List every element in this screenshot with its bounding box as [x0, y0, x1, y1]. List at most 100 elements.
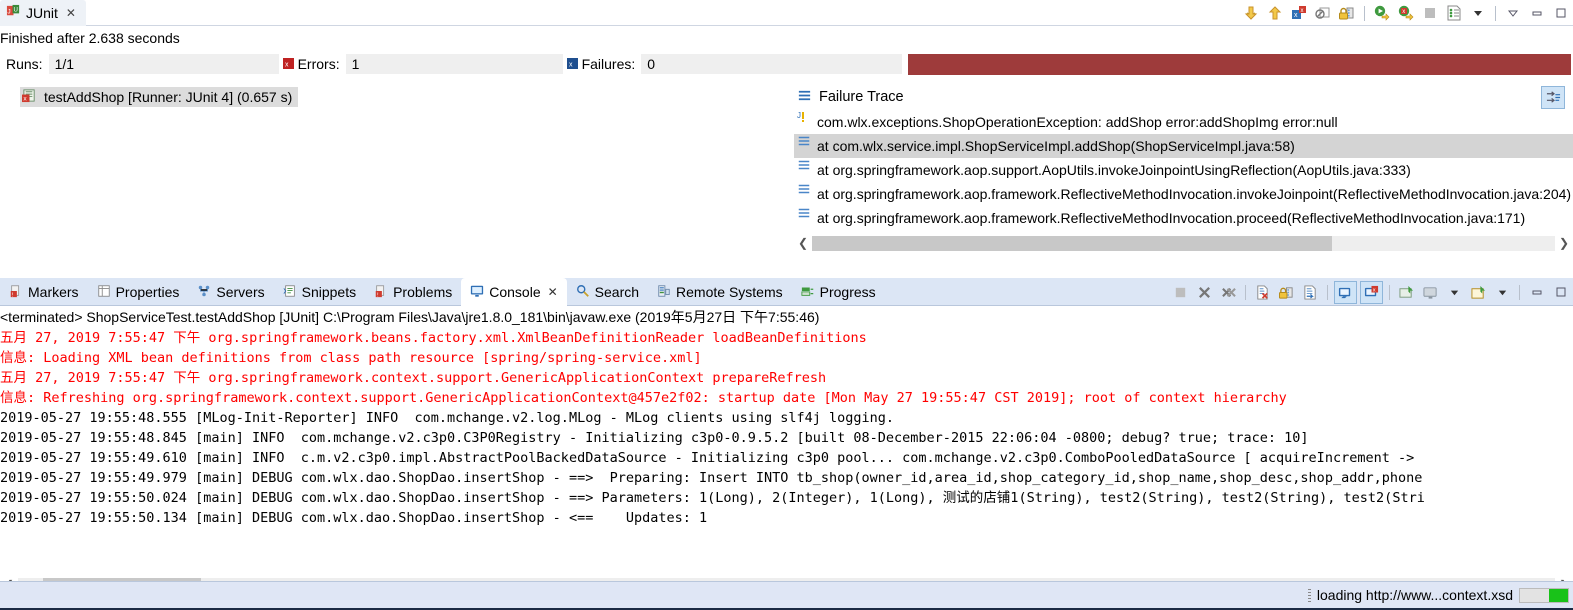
tab-label: Servers [216, 284, 265, 300]
word-wrap-icon[interactable] [1300, 282, 1321, 303]
errors-label: x Errors: [279, 56, 346, 72]
view-menu-icon[interactable] [1503, 3, 1523, 23]
lock-scroll-icon[interactable] [1337, 3, 1357, 23]
scroll-track[interactable] [812, 235, 1555, 251]
rerun-test-icon[interactable] [1372, 3, 1392, 23]
tab-problems[interactable]: ! Problems [365, 278, 461, 306]
servers-icon [197, 284, 211, 301]
close-icon[interactable]: ✕ [548, 285, 558, 299]
markers-icon: ! [9, 284, 23, 301]
failure-trace-row-4[interactable]: at org.springframework.aop.framework.Ref… [794, 206, 1573, 230]
rerun-failed-tests-icon[interactable]: x [1396, 3, 1416, 23]
tab-label: Markers [28, 284, 79, 300]
minimize-icon[interactable] [1526, 282, 1547, 303]
compare-result-icon[interactable] [1541, 86, 1565, 109]
problems-icon: ! [374, 284, 388, 301]
tab-junit-label: JUnit [26, 5, 58, 21]
display-selected-console-icon[interactable] [1420, 282, 1441, 303]
failure-trace-list: J com.wlx.exceptions.ShopOperationExcept… [794, 110, 1573, 230]
clear-console-icon[interactable] [1252, 282, 1273, 303]
console-line: 信息: Loading XML bean definitions from cl… [0, 350, 702, 366]
open-console-dropdown-icon[interactable] [1492, 282, 1513, 303]
tab-label: Search [594, 284, 640, 300]
failure-trace-header: Failure Trace [794, 83, 1573, 110]
search-icon [576, 284, 590, 301]
failure-trace-text: at com.wlx.service.impl.ShopServiceImpl.… [817, 138, 1295, 154]
status-text: loading http://www...context.xsd [1316, 587, 1513, 603]
terminate-icon[interactable] [1170, 282, 1191, 303]
bottom-tabs: ! Markers Properties Servers Snippets ! [0, 278, 885, 306]
remove-launch-icon[interactable] [1194, 282, 1215, 303]
tab-servers[interactable]: Servers [188, 278, 273, 306]
scroll-thumb[interactable] [812, 235, 1333, 251]
failures-label-text: Failures: [581, 56, 636, 72]
minimize-icon[interactable] [1527, 3, 1547, 23]
failure-trace-hscrollbar[interactable]: ❮ ❯ [794, 234, 1573, 252]
console-toolbar-separator-3 [1389, 284, 1390, 300]
failure-trace-row-0[interactable]: J com.wlx.exceptions.ShopOperationExcept… [794, 110, 1573, 134]
junit-status-line: Finished after 2.638 seconds [0, 30, 180, 46]
svg-text:x: x [1402, 9, 1405, 15]
svg-text:x: x [1294, 12, 1298, 19]
failure-trace-text: at org.springframework.aop.framework.Ref… [817, 210, 1526, 226]
maximize-icon[interactable] [1551, 3, 1571, 23]
show-console-on-error-icon[interactable]: x [1360, 280, 1383, 304]
tab-search[interactable]: Search [567, 278, 648, 306]
history-dropdown-icon[interactable] [1468, 3, 1488, 23]
failure-trace-row-3[interactable]: at org.springframework.aop.framework.Ref… [794, 182, 1573, 206]
test-tree-pane: x testAddShop [Runner: JUnit 4] (0.657 s… [0, 83, 790, 252]
stackframe-icon [797, 206, 811, 223]
tab-progress[interactable]: Progress [792, 278, 885, 306]
tab-snippets[interactable]: Snippets [274, 278, 365, 306]
tab-markers[interactable]: ! Markers [0, 278, 88, 306]
console-toolbar: x [1170, 279, 1573, 305]
failure-trace-text: at org.springframework.aop.support.AopUt… [817, 162, 1411, 178]
maximize-icon[interactable] [1550, 282, 1571, 303]
runs-label: Runs: [6, 56, 43, 72]
test-tree-item[interactable]: x testAddShop [Runner: JUnit 4] (0.657 s… [20, 87, 299, 107]
show-failures-only-icon[interactable]: xx [1289, 3, 1309, 23]
previous-failure-icon[interactable] [1265, 3, 1285, 23]
status-right-group: loading http://www...context.xsd [1307, 587, 1569, 603]
scroll-lock-icon[interactable] [1276, 282, 1297, 303]
junit-counters: Runs: 1/1 x Errors: 1 x Failures: 0 [0, 51, 1573, 77]
tab-properties[interactable]: Properties [88, 278, 189, 306]
failure-marker-icon: x [566, 56, 578, 72]
failure-trace-row-1[interactable]: at com.wlx.service.impl.ShopServiceImpl.… [794, 134, 1573, 158]
show-console-on-output-icon[interactable] [1334, 280, 1357, 304]
tab-remote-systems[interactable]: Remote Systems [648, 278, 792, 306]
console-icon [470, 284, 484, 301]
next-failure-icon[interactable] [1241, 3, 1261, 23]
junit-icon: J U [6, 4, 21, 22]
remote-systems-icon [657, 284, 671, 301]
failure-trace-row-2[interactable]: at org.springframework.aop.support.AopUt… [794, 158, 1573, 182]
display-dropdown-icon[interactable] [1444, 282, 1465, 303]
failure-trace-pane: Failure Trace J com.wlx.exceptions.ShopO… [793, 83, 1573, 252]
stackframe-icon [797, 182, 811, 199]
snippets-icon [283, 284, 297, 301]
close-icon[interactable]: ✕ [66, 6, 76, 20]
error-marker-icon: x [282, 56, 294, 72]
test-history-icon[interactable] [1444, 3, 1464, 23]
svg-text:x: x [285, 62, 289, 69]
console-line: <terminated> ShopServiceTest.testAddShop… [0, 309, 820, 325]
scroll-left-icon[interactable]: ❮ [794, 234, 812, 252]
junit-tab-row: J U JUnit ✕ xx x [0, 0, 1573, 26]
tab-junit[interactable]: J U JUnit ✕ [0, 0, 86, 26]
console-line: 2019-05-27 19:55:48.845 [main] INFO com.… [0, 430, 1309, 446]
remove-all-terminated-icon[interactable] [1218, 282, 1239, 303]
tab-console[interactable]: Console ✕ [461, 278, 567, 306]
tab-label: Problems [393, 284, 453, 300]
console-toolbar-separator-2 [1327, 284, 1328, 300]
tab-label: Properties [115, 284, 180, 300]
test-error-icon: x [22, 88, 37, 106]
terminate-icon[interactable] [1420, 3, 1440, 23]
console-output[interactable]: <terminated> ShopServiceTest.testAddShop… [0, 306, 1573, 576]
runs-value: 1/1 [48, 54, 279, 74]
open-console-icon[interactable] [1468, 282, 1489, 303]
pin-console-icon[interactable] [1396, 282, 1417, 303]
console-line: 信息: Refreshing org.springframework.conte… [0, 390, 1287, 406]
scroll-right-icon[interactable]: ❯ [1555, 234, 1573, 252]
stop-on-error-icon[interactable] [1313, 3, 1333, 23]
svg-text:x: x [1373, 287, 1376, 293]
